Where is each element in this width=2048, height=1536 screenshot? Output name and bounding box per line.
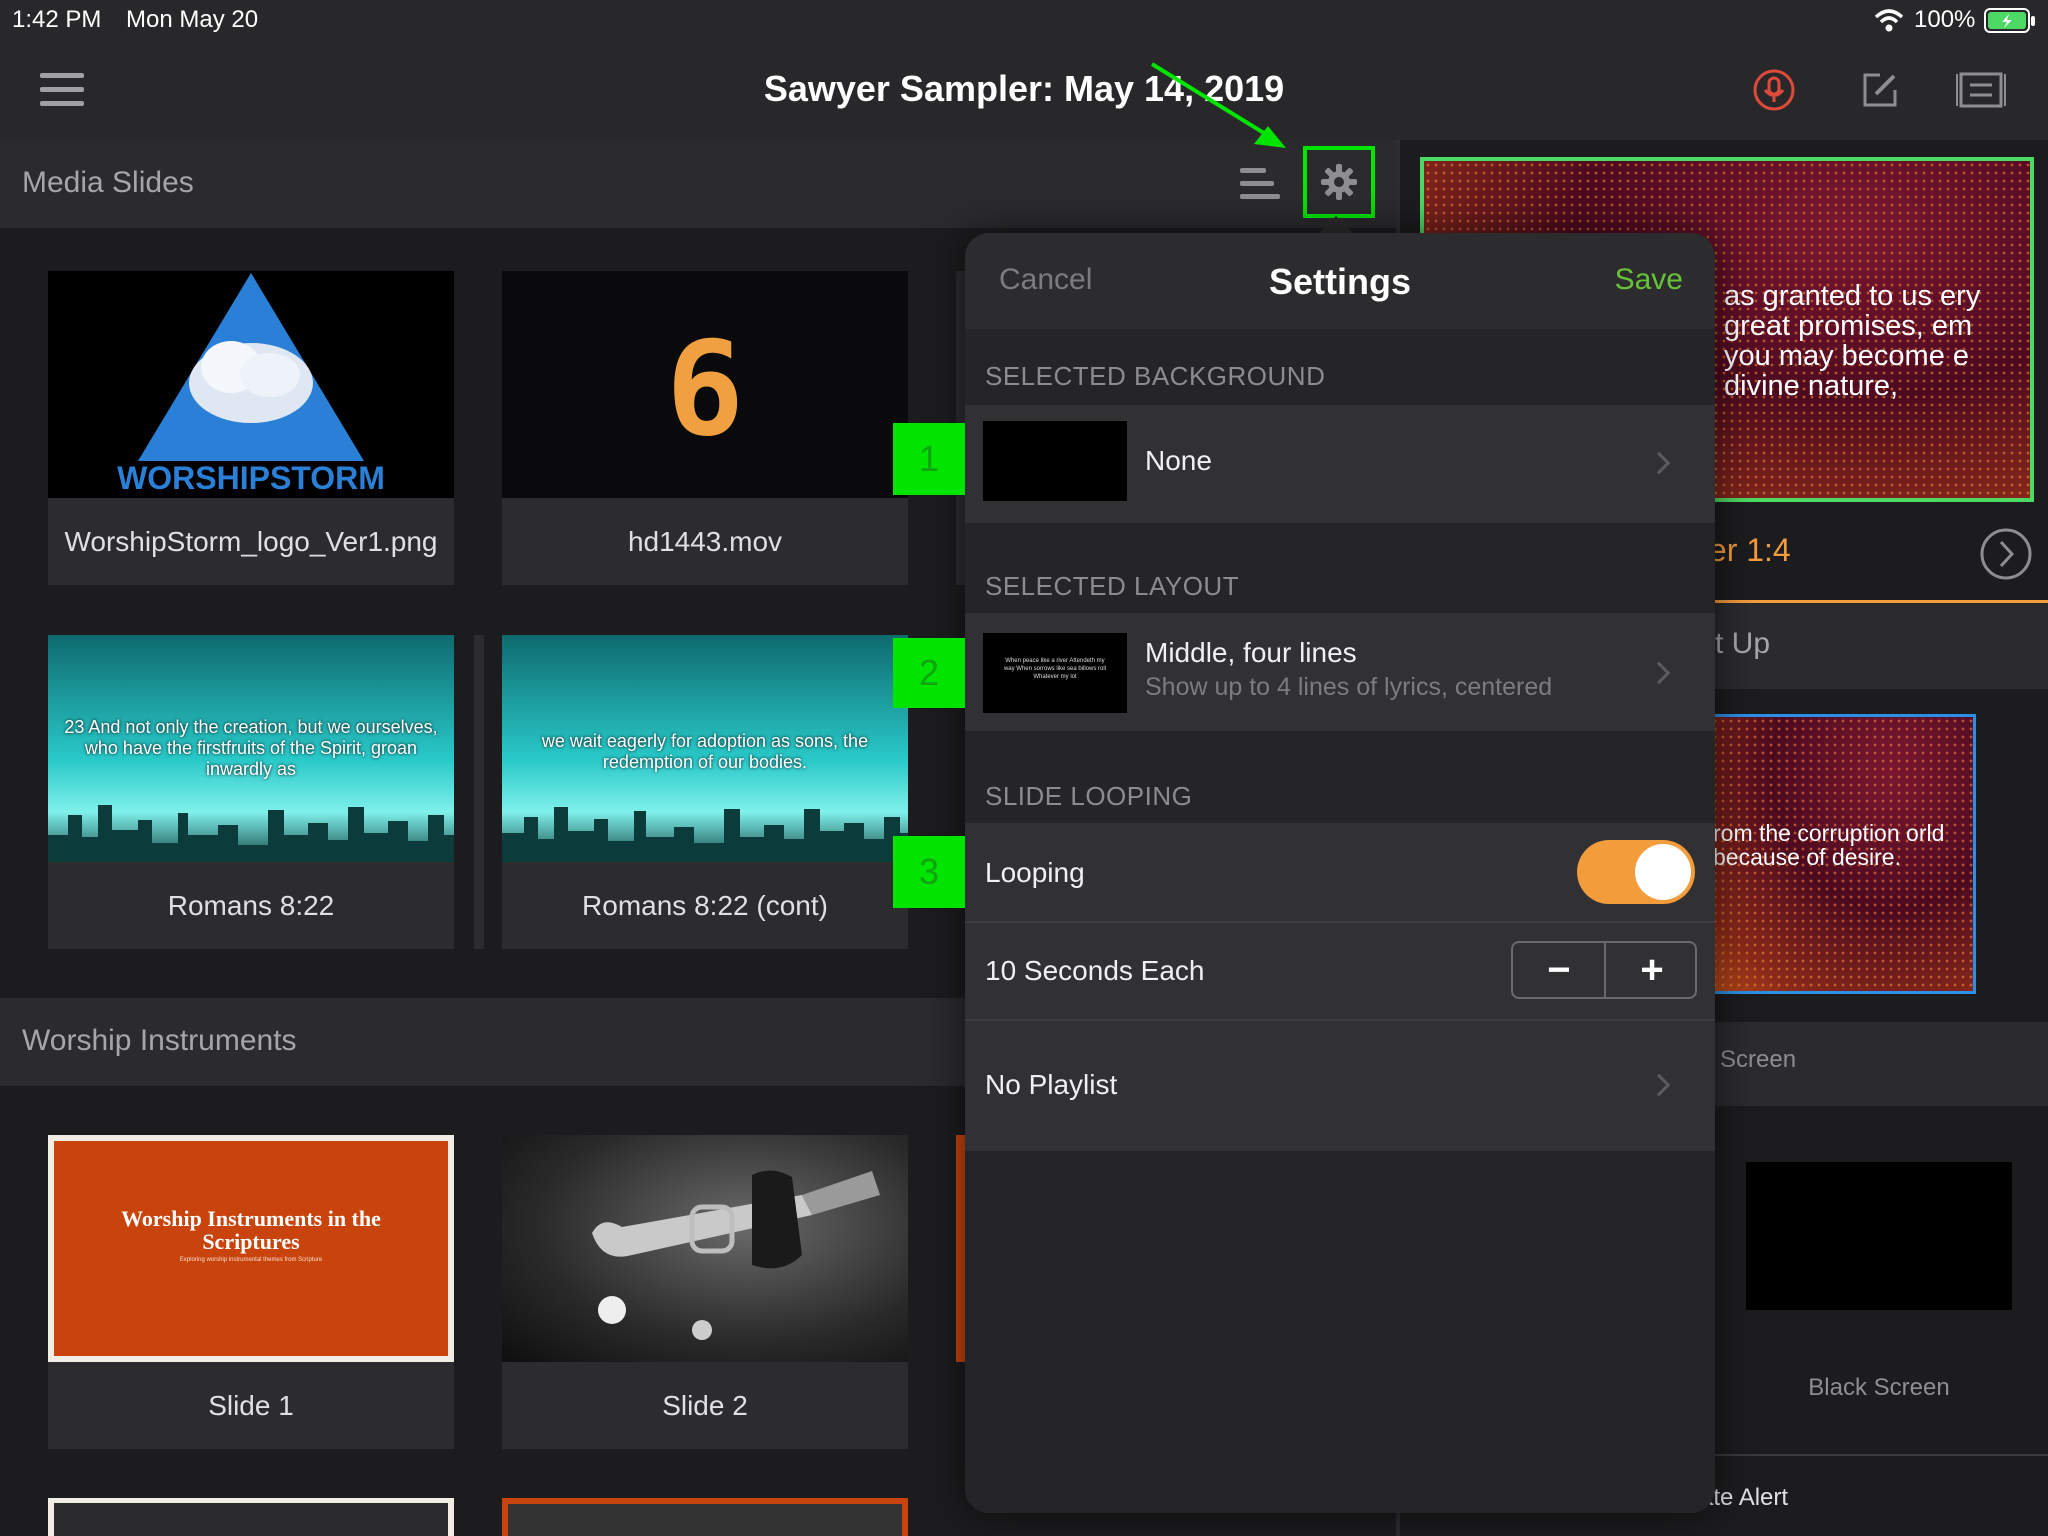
media-thumbnail: we wait eagerly for adoption as sons, th… — [502, 635, 908, 862]
black-screen-label: Black Screen — [1808, 1374, 1950, 1401]
save-button[interactable]: Save — [1615, 263, 1683, 297]
slide-lyric: we wait eagerly for adoption as sons, th… — [541, 731, 869, 772]
media-item-romans-822-cont[interactable]: we wait eagerly for adoption as sons, th… — [502, 635, 908, 949]
instrument-slide-4[interactable] — [502, 1498, 908, 1536]
media-thumbnail: WORSHIPSTORM — [48, 271, 454, 498]
annotation-marker-2: 2 — [893, 638, 965, 708]
status-bar: 1:42 PM Mon May 20 100% — [0, 0, 2048, 40]
gear-icon — [1321, 164, 1357, 200]
instrument-slide-2[interactable]: Slide 2 — [502, 1135, 908, 1449]
chevron-right-icon[interactable] — [1978, 526, 2034, 582]
nav-bar: Sawyer Sampler: May 14, 2019 — [0, 40, 2048, 140]
worshipstorm-logo: WORSHIPSTORM — [117, 273, 385, 496]
selected-layout-row[interactable]: When peace like a river Attendeth my way… — [965, 613, 1715, 731]
settings-popover: Cancel Settings Save SELECTED BACKGROUND… — [965, 233, 1715, 1513]
edit-icon[interactable] — [1860, 70, 1900, 110]
annotation-arrow — [1150, 62, 1286, 148]
instrument-slide-1[interactable]: Worship Instruments in the Scriptures Ex… — [48, 1135, 454, 1449]
next-slide-text: rom the corruption orld because of desir… — [1713, 820, 1945, 870]
black-screen-preview[interactable] — [1746, 1162, 2012, 1310]
layout-group-label: SELECTED LAYOUT — [985, 571, 1240, 601]
media-thumbnail: 6 — [502, 271, 908, 498]
playlist-label: No Playlist — [985, 1069, 1118, 1100]
status-time: 1:42 PM — [12, 6, 102, 33]
layout-name: Middle, four lines — [1145, 637, 1357, 668]
current-slide-text: as granted to us ery great promises, em … — [1724, 280, 1981, 402]
seconds-stepper: − + — [1511, 941, 1697, 999]
background-thumbnail — [983, 421, 1127, 501]
media-thumbnail — [502, 1135, 908, 1362]
looping-label: Looping — [985, 857, 1085, 888]
increment-button[interactable]: + — [1606, 943, 1698, 997]
layout-description: Show up to 4 lines of lyrics, centered — [1145, 673, 1553, 701]
media-thumbnail: Worship Instruments in the Scriptures Ex… — [48, 1135, 454, 1362]
media-caption: hd1443.mov — [627, 526, 783, 557]
chevron-right-icon — [1647, 1073, 1671, 1097]
page-title: Sawyer Sampler: May 14, 2019 — [763, 68, 1285, 109]
slide-lyric: 23 And not only the creation, but we our… — [64, 717, 438, 779]
slide-title: Worship Instruments in the Scriptures — [121, 1206, 381, 1254]
section-title: Media Slides — [22, 166, 194, 199]
wifi-icon — [1874, 9, 1904, 32]
annotation-marker-1: 1 — [893, 423, 965, 495]
seconds-row: 10 Seconds Each − + — [965, 923, 1715, 1019]
media-thumbnail: 23 And not only the creation, but we our… — [48, 635, 454, 862]
logo-text: WORSHIPSTORM — [117, 460, 385, 496]
settings-header: Cancel Settings Save — [965, 233, 1715, 329]
looping-row: Looping — [965, 823, 1715, 921]
chevron-right-icon — [1647, 661, 1671, 685]
battery-icon — [1984, 8, 2035, 33]
media-item-divider — [474, 635, 484, 949]
city-skyline — [48, 805, 454, 862]
media-item-hd1443[interactable]: 6 hd1443.mov — [502, 271, 908, 585]
annotation-marker-3: 3 — [893, 836, 965, 908]
playlist-row[interactable]: No Playlist — [965, 1021, 1715, 1151]
status-date: Mon May 20 — [126, 6, 259, 33]
battery-percent: 100% — [1914, 6, 1976, 33]
next-slide-preview[interactable]: rom the corruption orld because of desir… — [1700, 714, 1976, 994]
city-skyline — [502, 807, 908, 862]
settings-button[interactable] — [1303, 146, 1375, 218]
selected-background-row[interactable]: None — [965, 405, 1715, 523]
media-caption: Romans 8:22 — [167, 890, 335, 921]
toggle-knob — [1635, 844, 1691, 900]
layout-thumbnail: When peace like a river Attendeth my way… — [983, 633, 1127, 713]
background-value: None — [1145, 445, 1212, 476]
media-caption: Slide 1 — [208, 1390, 294, 1421]
media-caption: Slide 2 — [662, 1390, 748, 1421]
background-group-label: SELECTED BACKGROUND — [985, 361, 1326, 391]
media-caption: Romans 8:22 (cont) — [582, 890, 828, 921]
list-view-icon[interactable] — [1240, 166, 1280, 202]
chevron-right-icon — [1647, 451, 1671, 475]
media-caption: WorshipStorm_logo_Ver1.png — [64, 526, 438, 557]
looping-toggle[interactable] — [1577, 840, 1695, 904]
instrument-slide-3[interactable] — [48, 1498, 454, 1536]
present-screen-icon[interactable] — [1956, 70, 2006, 110]
seconds-label: 10 Seconds Each — [985, 955, 1205, 986]
decrement-button[interactable]: − — [1513, 943, 1605, 997]
slide-subtitle: Exploring worship instrumental themes fr… — [179, 1257, 323, 1263]
trumpet-photo — [592, 1170, 880, 1340]
settings-title: Settings — [1268, 261, 1411, 302]
section-title: Worship Instruments — [22, 1024, 297, 1057]
media-item-worshipstorm-logo[interactable]: WORSHIPSTORM WorshipStorm_logo_Ver1.png — [48, 271, 454, 585]
looping-group-label: SLIDE LOOPING — [985, 781, 1193, 811]
video-thumbnail-glyph: 6 — [665, 313, 745, 465]
microphone-icon[interactable] — [1752, 68, 1796, 112]
media-item-romans-822[interactable]: 23 And not only the creation, but we our… — [48, 635, 454, 949]
